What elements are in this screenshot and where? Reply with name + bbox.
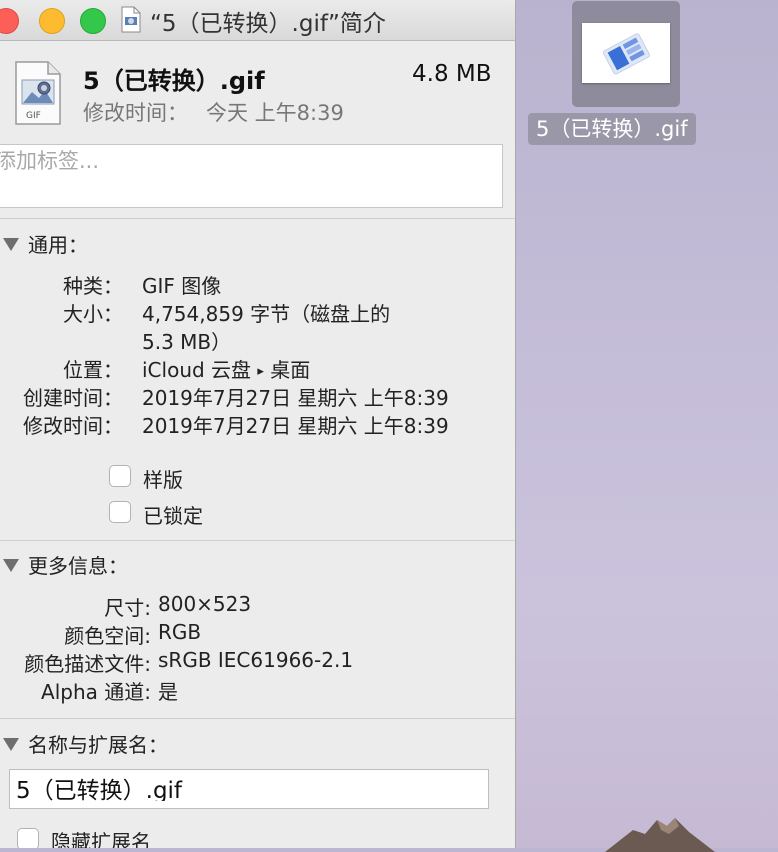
dimensions-label: 尺寸:: [104, 596, 151, 620]
mountain-peak: [605, 818, 715, 852]
section-name-ext-title: 名称与扩展名：: [28, 733, 168, 757]
modified-row: 修改时间： 今天 上午8:39: [83, 97, 344, 127]
stationery-label: 样版: [143, 468, 183, 492]
path-arrow-icon: ▸: [257, 364, 264, 379]
modified-detail-label: 修改时间：: [23, 414, 123, 438]
window-title: “5（已转换）.gif”简介: [150, 11, 386, 37]
disclosure-triangle-icon[interactable]: [3, 738, 19, 751]
dimensions-value: 800×523: [158, 592, 252, 616]
hide-extension-label: 隐藏扩展名: [51, 830, 151, 848]
file-size: 4.8 MB: [412, 61, 492, 87]
name-field[interactable]: [9, 769, 489, 809]
section-general-header[interactable]: 通用：: [3, 229, 88, 258]
kind-label: 种类：: [63, 274, 123, 298]
get-info-window: “5（已转换）.gif”简介 GIF 5（已转换）.gif 4.8 MB 修改时…: [0, 0, 516, 848]
locked-checkbox[interactable]: [109, 501, 131, 523]
created-label: 创建时间：: [23, 386, 123, 410]
color-space-label: 颜色空间:: [64, 624, 151, 648]
tags-field[interactable]: [0, 144, 503, 208]
modified-label: 修改时间：: [83, 101, 188, 125]
kind-value: GIF 图像: [142, 274, 222, 298]
divider: [0, 540, 515, 541]
title-bar[interactable]: “5（已转换）.gif”简介: [0, 0, 515, 41]
color-space-value: RGB: [158, 620, 202, 644]
zoom-button[interactable]: [80, 8, 106, 34]
created-value: 2019年7月27日 星期六 上午8:39: [142, 386, 449, 410]
color-profile-value: sRGB IEC61966-2.1: [158, 648, 354, 672]
document-icon: [121, 6, 141, 33]
gif-thumbnail: [582, 23, 670, 83]
locked-label: 已锁定: [143, 504, 203, 528]
tags-input[interactable]: [0, 147, 475, 173]
section-more-info-title: 更多信息：: [28, 554, 128, 578]
file-name: 5（已转换）.gif: [83, 67, 265, 95]
where-desktop: 桌面: [270, 358, 311, 382]
size-value-line1: 4,754,859 字节（磁盘上的: [142, 302, 391, 326]
disclosure-triangle-icon[interactable]: [3, 238, 19, 251]
where-icloud: iCloud 云盘: [142, 358, 252, 382]
section-more-info-header[interactable]: 更多信息：: [3, 550, 128, 579]
where-value: iCloud 云盘 ▸ 桌面: [142, 354, 310, 383]
alpha-label: Alpha 通道:: [41, 680, 151, 704]
desktop-file-label[interactable]: 5（已转换）.gif: [528, 113, 696, 145]
divider: [0, 718, 515, 719]
hide-extension-checkbox[interactable]: [17, 828, 39, 848]
disclosure-triangle-icon[interactable]: [3, 559, 19, 572]
divider: [0, 218, 515, 219]
file-type-badge: GIF: [26, 111, 41, 121]
minimize-button[interactable]: [39, 8, 65, 34]
size-value-line2: 5.3 MB）: [142, 330, 232, 354]
close-button[interactable]: [0, 8, 19, 34]
size-label: 大小：: [63, 302, 123, 326]
modified-detail-value: 2019年7月27日 星期六 上午8:39: [142, 414, 449, 438]
color-profile-label: 颜色描述文件:: [24, 652, 151, 676]
desktop-file-icon[interactable]: [572, 1, 680, 107]
alpha-value: 是: [158, 680, 178, 704]
name-input[interactable]: [10, 773, 476, 801]
stationery-checkbox[interactable]: [109, 465, 131, 487]
section-name-ext-header[interactable]: 名称与扩展名：: [3, 729, 168, 758]
where-label: 位置：: [63, 358, 123, 382]
modified-value: 今天 上午8:39: [206, 101, 344, 125]
section-general-title: 通用：: [28, 233, 88, 257]
